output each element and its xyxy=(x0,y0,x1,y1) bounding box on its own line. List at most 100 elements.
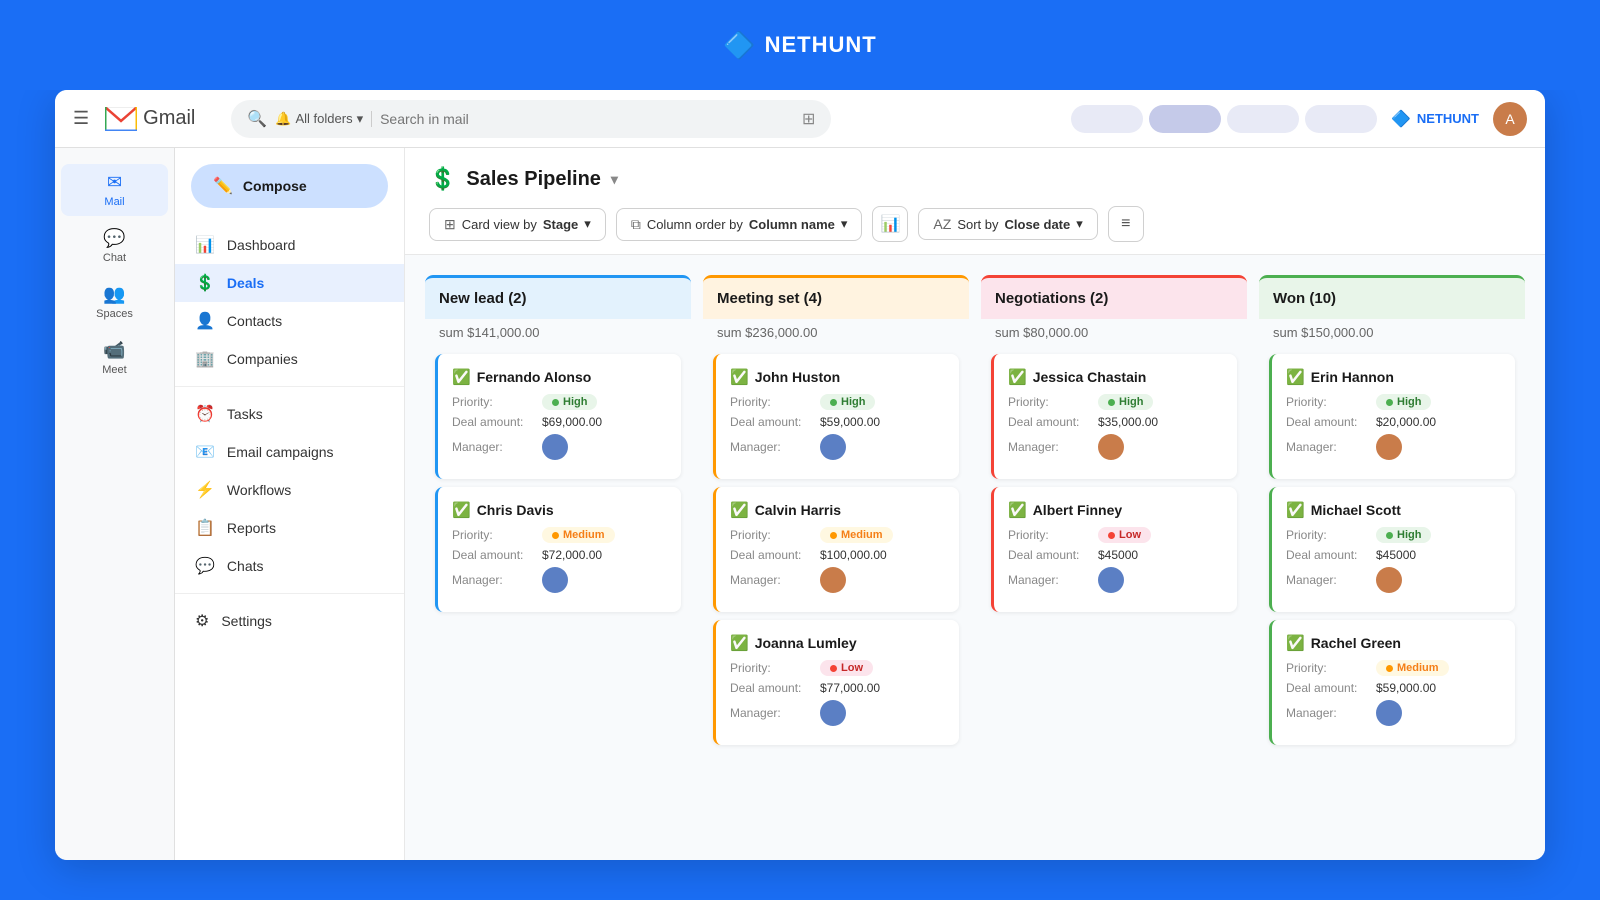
priority-label: Priority: xyxy=(730,661,820,675)
folder-select[interactable]: 🔔 All folders ▾ xyxy=(275,111,372,127)
deal-person-name: Michael Scott xyxy=(1311,502,1401,518)
column-order-button[interactable]: ⧉ Column order by Column name ▾ xyxy=(616,208,863,241)
priority-dot-icon xyxy=(552,399,559,406)
table-row[interactable]: ✅ Joanna Lumley Priority: Low Deal amoun… xyxy=(713,620,959,745)
sidebar-label-settings: Settings xyxy=(221,613,272,629)
priority-label: Priority: xyxy=(730,395,820,409)
sidebar-item-tasks[interactable]: ⏰ Tasks xyxy=(175,395,404,433)
table-row[interactable]: ✅ Erin Hannon Priority: High Deal amount… xyxy=(1269,354,1515,479)
col-sum-won: sum $150,000.00 xyxy=(1259,319,1525,350)
sidebar-label-email-campaigns: Email campaigns xyxy=(227,444,334,460)
tab-pill-2[interactable] xyxy=(1149,105,1221,133)
card-view-button[interactable]: ⊞ Card view by Stage ▾ xyxy=(429,208,606,241)
table-row[interactable]: ✅ Michael Scott Priority: High Deal amou… xyxy=(1269,487,1515,612)
table-row[interactable]: ✅ Albert Finney Priority: Low Deal amoun… xyxy=(991,487,1237,612)
deal-amount-value: $69,000.00 xyxy=(542,415,602,429)
nethunt-badge-icon: 🔷 xyxy=(1391,109,1411,129)
tab-pill-3[interactable] xyxy=(1227,105,1299,133)
nethunt-badge-text: NETHUNT xyxy=(1417,111,1479,126)
col-sum-negotiations: sum $80,000.00 xyxy=(981,319,1247,350)
priority-value: High xyxy=(820,394,875,410)
column-order-value: Column name xyxy=(749,217,835,232)
avatar xyxy=(820,434,846,460)
deal-amount-label: Deal amount: xyxy=(730,415,820,429)
gmail-logo-icon xyxy=(105,107,137,131)
contacts-icon: 👤 xyxy=(195,311,215,331)
sort-button[interactable]: AZ Sort by Close date ▾ xyxy=(918,208,1097,240)
sidebar-item-companies[interactable]: 🏢 Companies xyxy=(175,340,404,378)
pipeline-icon: 💲 xyxy=(429,166,456,192)
priority-field: Priority: High xyxy=(1286,527,1501,543)
deal-person-name: Calvin Harris xyxy=(755,502,841,518)
column-order-label: Column order by xyxy=(647,217,743,232)
table-row[interactable]: ✅ Calvin Harris Priority: Medium Deal am… xyxy=(713,487,959,612)
deal-amount-label: Deal amount: xyxy=(1008,415,1098,429)
nav-spaces[interactable]: 👥 Spaces xyxy=(61,276,168,328)
nav-chat[interactable]: 💬 Chat xyxy=(61,220,168,272)
priority-badge: High xyxy=(1376,394,1431,410)
table-row[interactable]: ✅ Chris Davis Priority: Medium Deal amou… xyxy=(435,487,681,612)
priority-badge: Medium xyxy=(542,527,615,543)
priority-label: Priority: xyxy=(452,528,542,542)
deal-amount-label: Deal amount: xyxy=(1286,548,1376,562)
sidebar-label-deals: Deals xyxy=(227,275,264,291)
search-bar[interactable]: 🔍 🔔 All folders ▾ ⊞ xyxy=(231,100,831,138)
deal-name: ✅ Chris Davis xyxy=(452,501,667,519)
user-avatar[interactable]: A xyxy=(1493,102,1527,136)
card-view-label: Card view by xyxy=(462,217,537,232)
deal-amount-field: Deal amount: $45000 xyxy=(1286,548,1501,562)
priority-field: Priority: Medium xyxy=(730,527,945,543)
pipeline-chevron-icon[interactable]: ▾ xyxy=(611,171,618,188)
priority-value: Medium xyxy=(542,527,615,543)
avatar xyxy=(1098,567,1124,593)
priority-dot-icon xyxy=(1386,665,1393,672)
sidebar-item-contacts[interactable]: 👤 Contacts xyxy=(175,302,404,340)
deal-amount-label: Deal amount: xyxy=(730,681,820,695)
sidebar-item-chats[interactable]: 💬 Chats xyxy=(175,547,404,585)
sidebar-divider-2 xyxy=(175,593,404,594)
deal-amount-value: $45000 xyxy=(1376,548,1416,562)
sidebar-item-workflows[interactable]: ⚡ Workflows xyxy=(175,471,404,509)
chart-icon-button[interactable]: 📊 xyxy=(872,206,908,242)
search-input[interactable] xyxy=(380,111,794,127)
nav-meet[interactable]: 📹 Meet xyxy=(61,332,168,384)
sidebar-item-reports[interactable]: 📋 Reports xyxy=(175,509,404,547)
table-row[interactable]: ✅ Fernando Alonso Priority: High Deal am… xyxy=(435,354,681,479)
sidebar-item-dashboard[interactable]: 📊 Dashboard xyxy=(175,226,404,264)
notification-icon: 🔔 xyxy=(275,111,291,127)
sort-value: Close date xyxy=(1005,217,1071,232)
sidebar-label-tasks: Tasks xyxy=(227,406,263,422)
mail-icon: ✉ xyxy=(107,172,122,193)
priority-field: Priority: High xyxy=(1008,394,1223,410)
spaces-icon: 👥 xyxy=(103,284,125,305)
manager-value xyxy=(1098,567,1124,593)
check-circle-icon: ✅ xyxy=(730,368,749,386)
search-icon: 🔍 xyxy=(247,109,267,129)
sidebar-label-contacts: Contacts xyxy=(227,313,282,329)
table-row[interactable]: ✅ John Huston Priority: High Deal amount… xyxy=(713,354,959,479)
filter-lines-button[interactable]: ≡ xyxy=(1108,206,1144,242)
deal-person-name: Fernando Alonso xyxy=(477,369,592,385)
deal-amount-label: Deal amount: xyxy=(452,548,542,562)
hamburger-menu-icon[interactable]: ☰ xyxy=(73,108,89,129)
nav-mail[interactable]: ✉ Mail xyxy=(61,164,168,216)
col-title-new_lead: New lead (2) xyxy=(439,290,527,307)
sidebar-item-email-campaigns[interactable]: 📧 Email campaigns xyxy=(175,433,404,471)
pipeline-title-row: 💲 Sales Pipeline ▾ xyxy=(429,166,1521,192)
priority-field: Priority: Medium xyxy=(1286,660,1501,676)
filter-icon[interactable]: ⊞ xyxy=(802,109,815,129)
manager-label: Manager: xyxy=(452,440,542,454)
sidebar-label-reports: Reports xyxy=(227,520,276,536)
table-row[interactable]: ✅ Jessica Chastain Priority: High Deal a… xyxy=(991,354,1237,479)
sidebar-item-deals[interactable]: 💲 Deals xyxy=(175,264,404,302)
kanban-column-won: Won (10) sum $150,000.00 ✅ Erin Hannon P… xyxy=(1259,275,1525,860)
left-nav: ✉ Mail 💬 Chat 👥 Spaces 📹 Meet xyxy=(55,148,175,860)
table-row[interactable]: ✅ Rachel Green Priority: Medium Deal amo… xyxy=(1269,620,1515,745)
sidebar-item-settings[interactable]: ⚙ Settings xyxy=(175,602,404,640)
tab-pill-1[interactable] xyxy=(1071,105,1143,133)
compose-button[interactable]: ✏️ Compose xyxy=(191,164,388,208)
sidebar-label-dashboard: Dashboard xyxy=(227,237,296,253)
priority-value: Medium xyxy=(1376,660,1449,676)
manager-label: Manager: xyxy=(1286,573,1376,587)
tab-pill-4[interactable] xyxy=(1305,105,1377,133)
